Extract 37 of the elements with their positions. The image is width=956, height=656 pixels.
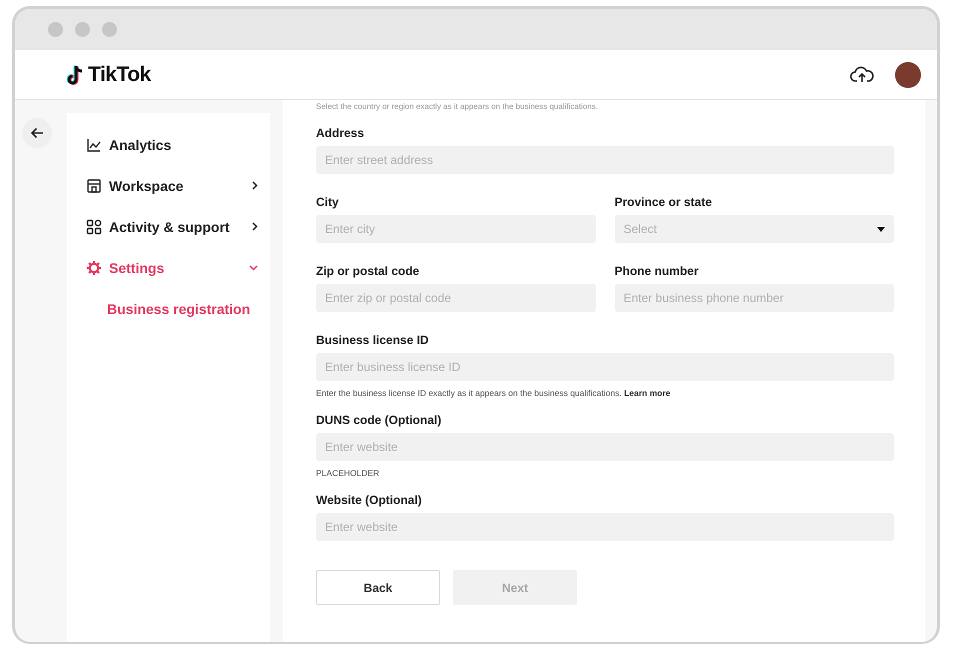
sidebar-item[interactable]: Activity & support	[67, 206, 270, 247]
input-field[interactable]: Enter business phone number	[614, 284, 894, 312]
avatar[interactable]	[895, 62, 921, 88]
store-icon	[86, 178, 102, 194]
hint-text: Select the country or region exactly as it appears on the business qualifications.	[316, 102, 599, 112]
back-arrow-icon	[30, 127, 44, 139]
back-button[interactable]	[22, 118, 52, 148]
learn-more-link[interactable]: Learn more	[624, 388, 670, 398]
cloud-upload-icon[interactable]	[850, 66, 874, 84]
field-label: City	[316, 194, 340, 210]
input-field[interactable]: Enter website	[316, 433, 894, 461]
field-label: Phone number	[614, 263, 700, 279]
field-label: DUNS code (Optional)	[316, 412, 442, 428]
logo-icon	[67, 64, 85, 86]
sidebar-item[interactable]: Analytics	[67, 124, 270, 165]
input-field[interactable]: Enter zip or postal code	[316, 284, 596, 312]
settings-icon	[86, 260, 102, 276]
window-dots-drawing	[48, 22, 117, 37]
caret-icon	[877, 226, 885, 232]
logo-text: TikTok	[88, 62, 151, 86]
hint-text: PLACEHOLDER	[316, 467, 380, 479]
field-label: Zip or postal code	[316, 263, 420, 279]
input-field[interactable]: Enter website	[316, 513, 894, 541]
sidebar-subitem[interactable]: Business registration	[67, 288, 270, 329]
sidebar-item[interactable]: Workspace	[67, 165, 270, 206]
field-label: Website (Optional)	[316, 492, 423, 508]
grid-icon	[86, 218, 102, 234]
field-label: Province or state	[614, 194, 713, 210]
sidebar-item[interactable]: Settings	[67, 247, 270, 288]
input-field[interactable]: Enter business license ID	[316, 353, 894, 381]
hint-text: Enter the business license ID exactly as it appears on the business qualifications. Learn more	[316, 387, 672, 399]
input-field[interactable]: Enter street address	[316, 146, 894, 174]
field-label: Business license ID	[316, 332, 430, 348]
back-button[interactable]: Back	[316, 570, 440, 605]
line-chart-icon	[86, 136, 102, 152]
field-label: Address	[316, 125, 366, 141]
input-field[interactable]: Enter city	[316, 215, 596, 243]
